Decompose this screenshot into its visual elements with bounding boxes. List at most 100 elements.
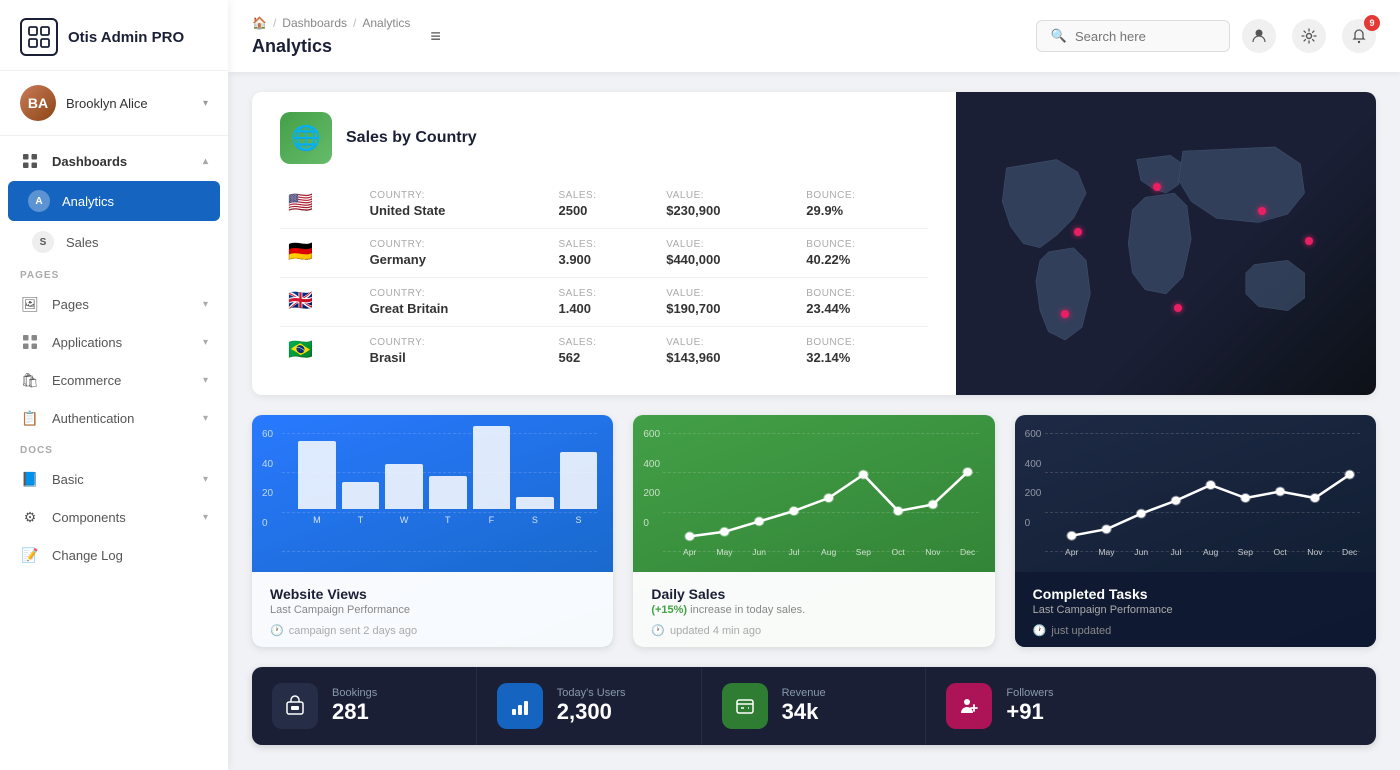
changelog-label: Change Log xyxy=(52,548,208,563)
notifications-icon-btn[interactable]: 9 xyxy=(1342,19,1376,53)
daily-sales-footer: Daily Sales (+15%) increase in today sal… xyxy=(633,572,994,647)
svg-text:Nov: Nov xyxy=(926,548,942,557)
changelog-icon: 📝 xyxy=(20,545,40,565)
analytics-badge: A xyxy=(28,190,50,212)
breadcrumb-dashboards: Dashboards xyxy=(282,16,347,30)
user-icon-btn[interactable] xyxy=(1242,19,1276,53)
sidebar-item-changelog[interactable]: 📝 Change Log xyxy=(0,536,228,574)
sales-cell: Sales: 1.400 xyxy=(550,278,658,327)
daily-sales-meta: 🕐 updated 4 min ago xyxy=(651,624,976,637)
menu-icon[interactable]: ≡ xyxy=(430,26,441,47)
website-views-title: Website Views xyxy=(270,586,595,602)
revenue-icon-wrap xyxy=(722,683,768,729)
value-cell: Value: $190,700 xyxy=(658,278,798,327)
authentication-label: Authentication xyxy=(52,411,191,426)
bounce-cell: Bounce: 23.44% xyxy=(798,278,928,327)
authentication-caret: ▾ xyxy=(203,413,208,424)
components-caret: ▾ xyxy=(203,512,208,523)
sidebar-item-basic[interactable]: 📘 Basic ▾ xyxy=(0,460,228,498)
bar-col: F xyxy=(473,426,511,525)
bar xyxy=(473,426,511,509)
today-users-value: 2,300 xyxy=(557,699,626,725)
clock-icon-views: 🕐 xyxy=(270,624,284,637)
sidebar-item-applications[interactable]: Applications ▾ xyxy=(0,323,228,361)
sidebar-item-pages[interactable]: 🖼 Pages ▾ xyxy=(0,285,228,323)
ecommerce-caret: ▾ xyxy=(203,375,208,386)
ecommerce-icon: 🛍 xyxy=(20,370,40,390)
clock-icon-sales: 🕐 xyxy=(651,624,665,637)
components-icon: ⚙ xyxy=(20,507,40,527)
completed-tasks-subtitle: Last Campaign Performance xyxy=(1033,604,1358,616)
bounce-cell: Bounce: 40.22% xyxy=(798,229,928,278)
basic-icon: 📘 xyxy=(20,469,40,489)
revenue-value: 34k xyxy=(782,699,826,725)
pages-label: Pages xyxy=(52,297,191,312)
sales-card-title: Sales by Country xyxy=(346,129,477,147)
dashboards-caret: ▴ xyxy=(203,156,208,167)
completed-tasks-footer: Completed Tasks Last Campaign Performanc… xyxy=(1015,572,1376,647)
sidebar-item-authentication[interactable]: 📋 Authentication ▾ xyxy=(0,399,228,437)
sidebar-item-dashboards[interactable]: Dashboards ▴ xyxy=(0,142,228,180)
sidebar-item-analytics[interactable]: A Analytics xyxy=(8,181,220,221)
user-name: Brooklyn Alice xyxy=(66,96,193,111)
sidebar-item-sales[interactable]: S Sales xyxy=(0,222,228,262)
bar xyxy=(560,452,598,509)
svg-text:Aug: Aug xyxy=(821,548,837,557)
authentication-icon: 📋 xyxy=(20,408,40,428)
flag-cell: 🇧🇷 xyxy=(280,327,362,376)
bar-label: S xyxy=(532,515,538,525)
country-cell: Country: Great Britain xyxy=(362,278,551,327)
sales-cell: Sales: 3.900 xyxy=(550,229,658,278)
sidebar-item-components[interactable]: ⚙ Components ▾ xyxy=(0,498,228,536)
daily-sales-title: Daily Sales xyxy=(651,586,976,602)
user-profile[interactable]: BA Brooklyn Alice ▾ xyxy=(0,71,228,136)
basic-label: Basic xyxy=(52,472,191,487)
bar xyxy=(342,482,380,509)
sales-badge: S xyxy=(32,231,54,253)
bar-col: T xyxy=(342,482,380,525)
svg-text:Oct: Oct xyxy=(1273,548,1287,557)
bar-label: T xyxy=(445,515,451,525)
flag-cell: 🇩🇪 xyxy=(280,229,362,278)
svg-text:May: May xyxy=(1098,548,1115,557)
stat-bookings: Bookings 281 xyxy=(252,667,477,745)
search-box[interactable]: 🔍 xyxy=(1036,20,1230,52)
completed-tasks-title: Completed Tasks xyxy=(1033,586,1358,602)
value-cell: Value: $440,000 xyxy=(658,229,798,278)
search-icon: 🔍 xyxy=(1051,28,1067,44)
daily-sales-card: 600 400 200 0 AprMayJunJulAugSepOctNovDe… xyxy=(633,415,994,647)
table-row: 🇺🇸 Country: United State Sales: 2500 Val… xyxy=(280,180,928,229)
table-row: 🇧🇷 Country: Brasil Sales: 562 Value: $14… xyxy=(280,327,928,376)
ecommerce-label: Ecommerce xyxy=(52,373,191,388)
sales-cell: Sales: 562 xyxy=(550,327,658,376)
components-label: Components xyxy=(52,510,191,525)
sales-card-left: 🌐 Sales by Country 🇺🇸 Country: United St… xyxy=(252,92,956,395)
search-input[interactable] xyxy=(1075,29,1215,44)
pages-icon: 🖼 xyxy=(20,294,40,314)
applications-icon xyxy=(20,332,40,352)
website-views-subtitle: Last Campaign Performance xyxy=(270,604,595,616)
today-users-label: Today's Users xyxy=(557,687,626,699)
bar-col: T xyxy=(429,476,467,525)
svg-text:Apr: Apr xyxy=(1065,548,1079,557)
applications-label: Applications xyxy=(52,335,191,350)
settings-icon-btn[interactable] xyxy=(1292,19,1326,53)
basic-caret: ▾ xyxy=(203,474,208,485)
sidebar-item-ecommerce[interactable]: 🛍 Ecommerce ▾ xyxy=(0,361,228,399)
stat-followers: Followers +91 xyxy=(926,667,1151,745)
website-views-footer: Website Views Last Campaign Performance … xyxy=(252,572,613,647)
bookings-value: 281 xyxy=(332,699,377,725)
dashboards-icon xyxy=(20,151,40,171)
stat-today-users: Today's Users 2,300 xyxy=(477,667,702,745)
bookings-icon-wrap xyxy=(272,683,318,729)
svg-text:Apr: Apr xyxy=(683,548,697,557)
bar-col: W xyxy=(385,464,423,525)
today-users-icon-wrap xyxy=(497,683,543,729)
map-dot-usa xyxy=(1074,228,1082,236)
analytics-label: Analytics xyxy=(62,194,200,209)
flag-cell: 🇬🇧 xyxy=(280,278,362,327)
followers-info: Followers +91 xyxy=(1006,687,1053,725)
charts-row: 60 40 20 0 M T W T F S S xyxy=(252,415,1376,647)
website-views-chart: 60 40 20 0 M T W T F S S xyxy=(252,415,613,572)
pages-caret: ▾ xyxy=(203,299,208,310)
